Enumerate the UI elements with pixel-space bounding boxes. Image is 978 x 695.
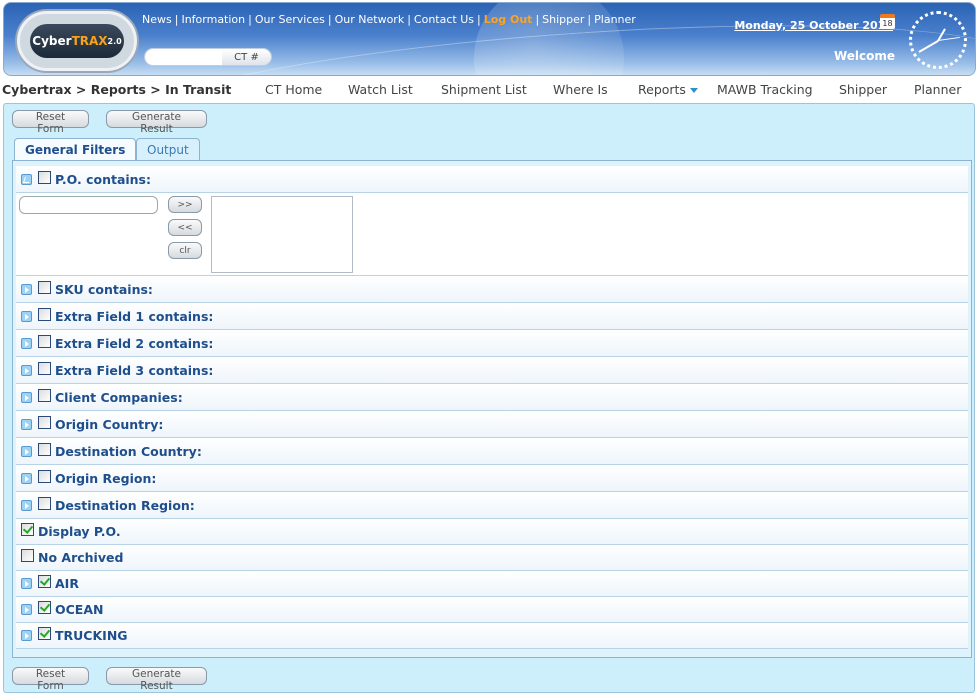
tab-general-filters[interactable]: General Filters [14, 138, 137, 162]
add-po-button[interactable]: >> [168, 196, 202, 213]
ct-search-button[interactable]: CT # [222, 49, 271, 65]
filter-row-extra-field-1-contains: Extra Field 1 contains: [16, 303, 968, 330]
filter-row-origin-region: Origin Region: [16, 465, 968, 492]
expand-icon[interactable] [21, 445, 32, 457]
po-input[interactable] [19, 196, 158, 214]
sku-contains-checkbox[interactable] [38, 280, 51, 294]
filter-row-destination-country: Destination Country: [16, 438, 968, 465]
filter-row-air: AIR [16, 571, 968, 597]
nav-mawb-tracking[interactable]: MAWB Tracking [717, 82, 813, 97]
expand-icon[interactable] [21, 310, 32, 322]
po-filter-editor: >> << clr [16, 193, 968, 276]
nav-shipper[interactable]: Shipper [839, 82, 887, 97]
reset-form-button-top[interactable]: Reset Form [12, 110, 89, 135]
ct-search: CT # [144, 48, 272, 66]
filter-row-display-p-o: Display P.O. [16, 519, 968, 545]
nav-where-is[interactable]: Where Is [553, 82, 608, 97]
filter-row-client-companies: Client Companies: [16, 384, 968, 411]
filter-row-sku-contains: SKU contains: [16, 276, 968, 303]
cybertrax-logo[interactable]: Cyber TRAX 2.0 [17, 11, 137, 71]
main-nav: Cybertrax > Reports > In Transit CT Home… [0, 80, 978, 100]
expand-icon[interactable] [21, 578, 32, 589]
expand-icon[interactable] [21, 391, 32, 403]
nav-planner[interactable]: Planner [914, 82, 961, 97]
collapse-icon[interactable] [21, 173, 32, 185]
origin-region-checkbox[interactable] [38, 469, 51, 483]
welcome-text: Welcome [833, 49, 895, 63]
filter-row-po: P.O. contains: [16, 166, 968, 193]
current-date-link[interactable]: Monday, 25 October 2010 [734, 19, 893, 32]
expand-icon[interactable] [21, 499, 32, 511]
filter-row-trucking: TRUCKING [16, 623, 968, 649]
clock-icon [909, 11, 967, 69]
link-planner[interactable]: Planner [594, 13, 636, 26]
general-filters-list: P.O. contains: >> << clr SKU contains: Ex… [12, 160, 972, 658]
filter-row-no-archived: No Archived [16, 545, 968, 571]
generate-result-button-top[interactable]: Generate Result [106, 110, 207, 135]
nav-watch-list[interactable]: Watch List [348, 82, 413, 97]
generate-result-button-bottom[interactable]: Generate Result [106, 667, 207, 692]
destination-region-checkbox[interactable] [38, 496, 51, 510]
remove-po-button[interactable]: << [168, 219, 202, 236]
expand-icon[interactable] [21, 364, 32, 376]
origin-country-checkbox[interactable] [38, 415, 51, 429]
air-checkbox[interactable] [38, 575, 51, 588]
filter-row-extra-field-2-contains: Extra Field 2 contains: [16, 330, 968, 357]
display-p-o-checkbox[interactable] [21, 523, 34, 536]
ocean-checkbox[interactable] [38, 601, 51, 614]
report-panel: Reset Form Generate Result General Filte… [3, 103, 975, 693]
filter-row-destination-region: Destination Region: [16, 492, 968, 519]
extra-field-2-contains-checkbox[interactable] [38, 334, 51, 348]
link-shipper[interactable]: Shipper [542, 13, 584, 26]
chevron-down-icon [689, 88, 698, 93]
link-our-services[interactable]: Our Services [255, 13, 325, 26]
tab-output[interactable]: Output [136, 138, 200, 161]
ct-number-input[interactable] [145, 49, 222, 65]
expand-icon[interactable] [21, 630, 32, 641]
extra-field-1-contains-checkbox[interactable] [38, 307, 51, 321]
client-companies-checkbox[interactable] [38, 388, 51, 402]
link-information[interactable]: Information [181, 13, 245, 26]
top-links: News | Information | Our Services | Our Networ… [142, 13, 636, 26]
expand-icon[interactable] [21, 604, 32, 615]
destination-country-checkbox[interactable] [38, 442, 51, 456]
link-contact-us[interactable]: Contact Us [414, 13, 474, 26]
filter-row-origin-country: Origin Country: [16, 411, 968, 438]
expand-icon[interactable] [21, 337, 32, 349]
link-log-out[interactable]: Log Out [484, 13, 533, 26]
nav-ct-home[interactable]: CT Home [265, 82, 322, 97]
reset-form-button-bottom[interactable]: Reset Form [12, 667, 89, 692]
no-archived-checkbox[interactable] [21, 549, 34, 562]
expand-icon[interactable] [21, 283, 32, 295]
filter-row-extra-field-3-contains: Extra Field 3 contains: [16, 357, 968, 384]
expand-icon[interactable] [21, 472, 32, 484]
po-checkbox[interactable] [38, 170, 51, 184]
expand-icon[interactable] [21, 418, 32, 430]
po-selected-list[interactable] [211, 196, 353, 273]
breadcrumb: Cybertrax > Reports > In Transit [2, 82, 232, 97]
trucking-checkbox[interactable] [38, 627, 51, 640]
extra-field-3-contains-checkbox[interactable] [38, 361, 51, 375]
nav-reports[interactable]: Reports [638, 82, 698, 97]
filter-row-ocean: OCEAN [16, 597, 968, 623]
header-banner: Cyber TRAX 2.0 News | Information | Our Servic… [3, 2, 976, 76]
link-our-network[interactable]: Our Network [335, 13, 405, 26]
calendar-icon[interactable]: 18 [880, 14, 895, 29]
link-news[interactable]: News [142, 13, 172, 26]
nav-shipment-list[interactable]: Shipment List [441, 82, 527, 97]
clear-po-button[interactable]: clr [168, 242, 202, 259]
